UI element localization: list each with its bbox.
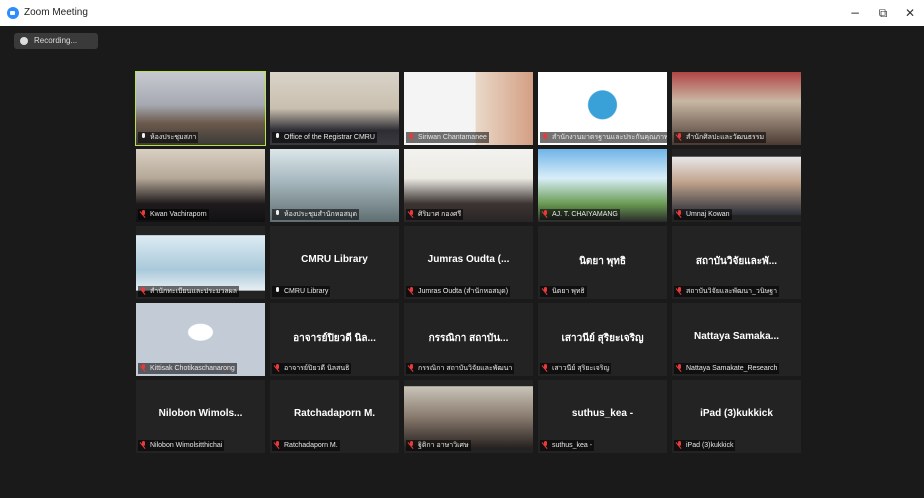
- participant-tile[interactable]: iPad (3)kukkick iPad (3)kukkick: [672, 380, 801, 453]
- mic-muted-icon: [676, 210, 683, 219]
- participant-tile[interactable]: Kittisak Chotikaschanarong: [136, 303, 265, 376]
- participant-tile[interactable]: Kwan Vachiraporn: [136, 149, 265, 222]
- cloud-record-icon: [20, 37, 28, 45]
- participant-name-label: Kittisak Chotikaschanarong: [138, 363, 237, 374]
- participant-tile[interactable]: Umnaj Kowan: [672, 149, 801, 222]
- participant-tile[interactable]: ฐิติกา อาษาวิเศษ: [404, 380, 533, 453]
- participant-name-label: Siriwan Chantamanee: [406, 132, 489, 143]
- mic-muted-icon: [408, 441, 415, 450]
- participant-tile[interactable]: suthus_kea - suthus_kea -: [538, 380, 667, 453]
- mic-icon: [274, 210, 281, 219]
- close-button[interactable]: ✕: [897, 4, 923, 22]
- minimize-button[interactable]: −: [842, 4, 868, 22]
- mic-muted-icon: [676, 364, 683, 373]
- mic-muted-icon: [542, 364, 549, 373]
- zoom-logo-icon: [7, 7, 19, 19]
- participant-tile[interactable]: สำนักทะเบียนและประมวลผล: [136, 226, 265, 299]
- participant-tile[interactable]: ศิริมาศ กองศรี: [404, 149, 533, 222]
- participant-tile[interactable]: AJ. T. CHAIYAMANG: [538, 149, 667, 222]
- participant-name-label: สำนักงานมาตรฐานและประกันคุณภาพ: [540, 132, 667, 143]
- participant-name-label: สำนักทะเบียนและประมวลผล: [138, 286, 240, 297]
- participant-name-label: AJ. T. CHAIYAMANG: [540, 209, 620, 220]
- participant-name-label: Nattaya Samakate_Research: [674, 363, 780, 374]
- mic-icon: [274, 287, 281, 296]
- participant-display-name: อาจารย์ปิยวดี นิล...: [293, 333, 376, 344]
- mic-muted-icon: [408, 210, 415, 219]
- mic-muted-icon: [274, 364, 281, 373]
- participant-tile[interactable]: สำนักงานมาตรฐานและประกันคุณภาพ: [538, 72, 667, 145]
- participant-tile[interactable]: สำนักศิลปะและวัฒนธรรม: [672, 72, 801, 145]
- participant-name-label: ห้องประชุมสภา: [138, 132, 199, 143]
- meeting-stage: Recording... ห้องประชุมสภา Office of the …: [0, 26, 924, 498]
- participant-name-label: สำนักศิลปะและวัฒนธรรม: [674, 132, 767, 143]
- mic-muted-icon: [140, 210, 147, 219]
- participant-display-name: iPad (3)kukkick: [700, 408, 773, 419]
- participant-name-label: iPad (3)kukkick: [674, 440, 736, 451]
- mic-muted-icon: [408, 133, 415, 142]
- title-bar: Zoom Meeting − ⧉ ✕: [0, 0, 924, 26]
- participant-tile[interactable]: Jumras Oudta (... Jumras Oudta (สำนักหอสม…: [404, 226, 533, 299]
- mic-muted-icon: [140, 441, 147, 450]
- restore-button[interactable]: ⧉: [870, 4, 896, 22]
- participant-display-name: Jumras Oudta (...: [427, 254, 510, 265]
- participant-tile[interactable]: ห้องประชุมสภา: [135, 71, 266, 146]
- participant-display-name: CMRU Library: [301, 254, 368, 265]
- participant-name-label: เสาวนีย์ สุริยะเจริญ: [540, 363, 612, 374]
- participant-display-name: Nattaya Samaka...: [693, 331, 780, 342]
- participant-tile[interactable]: กรรณิกา สถาบัน... กรรณิกา สถาบันวิจัยและพ…: [404, 303, 533, 376]
- mic-muted-icon: [408, 287, 415, 296]
- participant-tile[interactable]: ห้องประชุมสำนักหอสมุด: [270, 149, 399, 222]
- mic-muted-icon: [542, 133, 549, 142]
- participant-name-label: Ratchadaporn M.: [272, 440, 340, 451]
- participant-tile[interactable]: Siriwan Chantamanee: [404, 72, 533, 145]
- participant-display-name: Nilobon Wimols...: [158, 408, 243, 419]
- participant-tile[interactable]: CMRU Library CMRU Library: [270, 226, 399, 299]
- mic-muted-icon: [408, 364, 415, 373]
- participant-display-name: นิตยา พุทธิ: [579, 256, 626, 267]
- participant-name-label: Office of the Registrar CMRU: [272, 132, 377, 143]
- participant-tile[interactable]: นิตยา พุทธิ นิตยา พุทธิ: [538, 226, 667, 299]
- participant-name-label: สถาบันวิจัยและพัฒนา_วนิษฐา: [674, 286, 780, 297]
- mic-muted-icon: [140, 364, 147, 373]
- participant-name-label: ฐิติกา อาษาวิเศษ: [406, 440, 471, 451]
- recording-indicator[interactable]: Recording...: [14, 33, 98, 49]
- participant-name-label: Kwan Vachiraporn: [138, 209, 209, 220]
- participant-display-name: suthus_kea -: [571, 408, 634, 419]
- mic-muted-icon: [542, 441, 549, 450]
- participant-display-name: เสาวนีย์ สุริยะเจริญ: [561, 333, 644, 344]
- mic-muted-icon: [676, 133, 683, 142]
- participant-name-label: Nilobon Wimolsitthichai: [138, 440, 225, 451]
- window-title: Zoom Meeting: [24, 7, 88, 18]
- participant-tile[interactable]: Ratchadaporn M. Ratchadaporn M.: [270, 380, 399, 453]
- mic-muted-icon: [676, 441, 683, 450]
- participant-display-name: กรรณิกา สถาบัน...: [428, 333, 509, 344]
- participant-tile[interactable]: Nilobon Wimols... Nilobon Wimolsitthichai: [136, 380, 265, 453]
- participant-name-label: ห้องประชุมสำนักหอสมุด: [272, 209, 360, 220]
- participant-tile[interactable]: Office of the Registrar CMRU: [270, 72, 399, 145]
- mic-muted-icon: [140, 287, 147, 296]
- participant-display-name: Ratchadaporn M.: [293, 408, 376, 419]
- mic-muted-icon: [542, 210, 549, 219]
- participant-tile[interactable]: อาจารย์ปิยวดี นิล... อาจารย์ปิยวดี นิลสนธ…: [270, 303, 399, 376]
- recording-label: Recording...: [34, 36, 78, 45]
- participant-name-label: Jumras Oudta (สำนักหอสมุด): [406, 286, 511, 297]
- mic-icon: [274, 133, 281, 142]
- mic-icon: [140, 133, 147, 142]
- participant-tile[interactable]: Nattaya Samaka... Nattaya Samakate_Resear…: [672, 303, 801, 376]
- participant-name-label: กรรณิกา สถาบันวิจัยและพัฒนา: [406, 363, 515, 374]
- mic-muted-icon: [274, 441, 281, 450]
- participant-tile[interactable]: สถาบันวิจัยและพั... สถาบันวิจัยและพัฒนา_ว…: [672, 226, 801, 299]
- participant-tile[interactable]: เสาวนีย์ สุริยะเจริญ เสาวนีย์ สุริยะเจริญ: [538, 303, 667, 376]
- participant-name-label: อาจารย์ปิยวดี นิลสนธิ: [272, 363, 352, 374]
- mic-muted-icon: [542, 287, 549, 296]
- mic-muted-icon: [676, 287, 683, 296]
- participant-display-name: สถาบันวิจัยและพั...: [695, 256, 778, 267]
